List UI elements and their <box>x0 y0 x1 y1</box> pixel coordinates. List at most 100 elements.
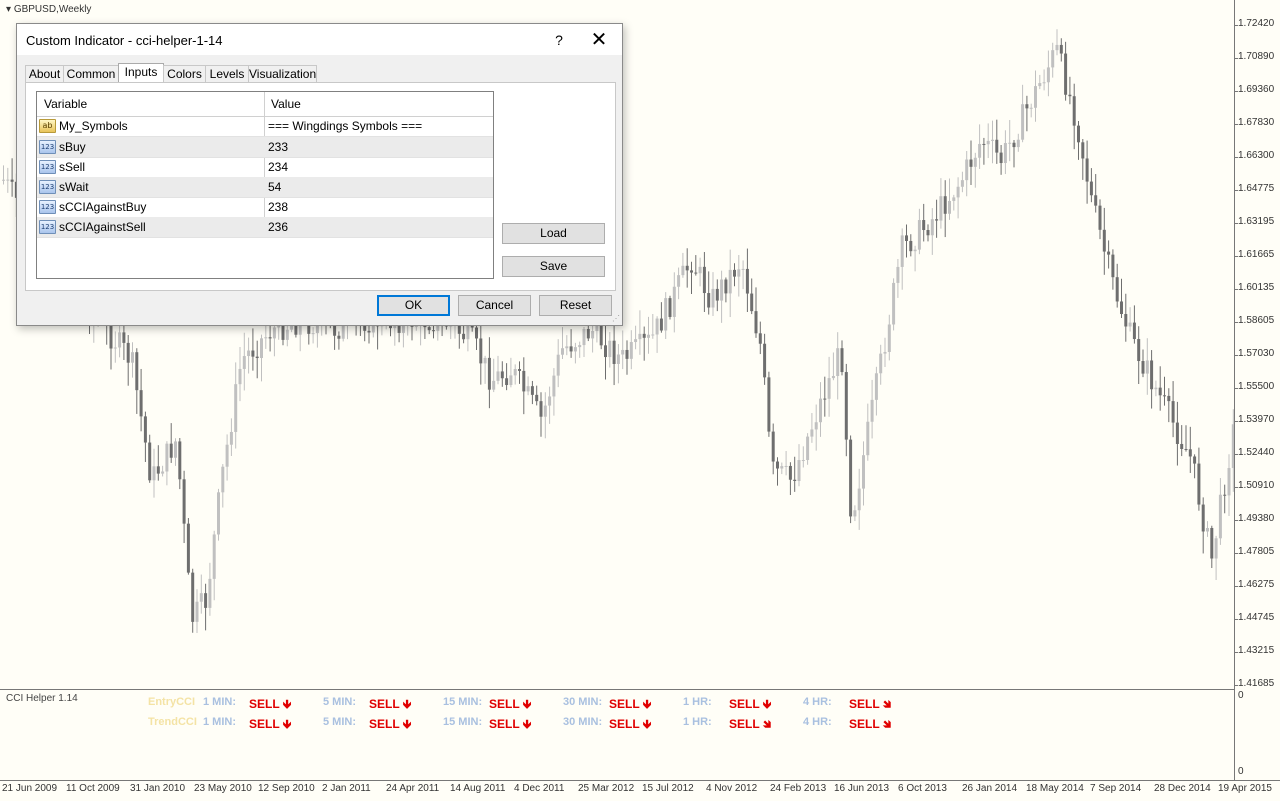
candle-body <box>208 578 212 608</box>
input-row-swait[interactable]: 123 sWait 54 <box>37 177 493 198</box>
price-tick-mark <box>1234 487 1238 488</box>
price-tick-mark <box>1234 454 1238 455</box>
candle-body <box>1145 360 1149 374</box>
input-row-my-symbols[interactable]: ab My_Symbols === Wingdings Symbols === <box>37 116 493 137</box>
candle-body <box>883 351 887 354</box>
candle-body <box>337 335 341 339</box>
candle-body <box>556 354 560 376</box>
tab-levels[interactable]: Levels <box>205 65 249 82</box>
candle-body <box>866 421 870 456</box>
price-tick-label: 1.69360 <box>1238 84 1275 95</box>
candle-body <box>260 338 263 359</box>
candle-body <box>573 347 577 352</box>
candle-body <box>1089 181 1093 196</box>
candle-body <box>642 333 646 338</box>
integer-type-icon: 123 <box>39 160 56 174</box>
candle-body <box>969 159 973 167</box>
resize-grip-icon[interactable]: ⋰ <box>612 315 620 323</box>
candle-body <box>797 460 801 481</box>
tab-inputs[interactable]: Inputs <box>118 63 164 83</box>
input-row-scciagainstsell[interactable]: 123 sCCIAgainstSell 236 <box>37 217 493 238</box>
candle-body <box>161 471 165 474</box>
candle-body <box>982 143 986 145</box>
chart-symbol-title: ▾ GBPUSD,Weekly <box>6 4 92 15</box>
candle-body <box>956 186 960 198</box>
candle-body <box>991 139 994 141</box>
cci-sell-signal: SELL 🡻 <box>249 717 292 731</box>
tab-colors[interactable]: Colors <box>163 65 206 82</box>
candle-body <box>638 333 642 340</box>
time-tick-label: 16 Jun 2013 <box>834 783 890 794</box>
variable-value[interactable]: === Wingdings Symbols === <box>268 119 422 133</box>
candle-body <box>1098 205 1102 230</box>
subwindow-title: CCI Helper 1.14 <box>6 693 78 704</box>
candle-body <box>1175 422 1179 444</box>
candle-body <box>1201 504 1205 532</box>
save-button[interactable]: Save <box>502 256 605 277</box>
price-tick-label: 1.50910 <box>1238 480 1275 491</box>
candle-body <box>776 461 779 469</box>
candle-body <box>561 348 564 355</box>
variable-value[interactable]: 234 <box>268 160 288 174</box>
candle-body <box>995 139 999 153</box>
candle-body <box>174 441 177 458</box>
load-button[interactable]: Load <box>502 223 605 244</box>
time-tick-label: 28 Dec 2014 <box>1154 783 1211 794</box>
time-tick-label: 18 May 2014 <box>1026 783 1084 794</box>
price-tick-mark <box>1234 25 1238 26</box>
candle-body <box>522 370 526 392</box>
variable-value[interactable]: 238 <box>268 200 288 214</box>
candle-body <box>251 350 255 357</box>
cci-timeframe-label: 30 MIN: <box>563 696 603 708</box>
candle-body <box>1064 53 1068 95</box>
candle-body <box>135 352 139 391</box>
candle-body <box>178 441 182 480</box>
candle-body <box>1038 83 1042 87</box>
ok-button[interactable]: OK <box>377 295 450 316</box>
candle-body <box>1003 143 1007 164</box>
candle-body <box>664 298 668 331</box>
candle-body <box>978 143 982 158</box>
variable-value[interactable]: 233 <box>268 140 288 154</box>
cancel-button[interactable]: Cancel <box>458 295 531 316</box>
candle-body <box>1132 322 1136 340</box>
subwindow-axis-bottom-label: 0 <box>1238 766 1244 777</box>
time-tick-label: 26 Jan 2014 <box>962 783 1018 794</box>
candle-body <box>582 328 586 346</box>
input-row-ssell[interactable]: 123 sSell 234 <box>37 157 493 178</box>
help-button[interactable]: ? <box>548 29 570 51</box>
candle-body <box>1188 449 1192 457</box>
candle-body <box>1227 468 1231 496</box>
candle-body <box>672 286 676 317</box>
candle-body <box>810 429 814 437</box>
price-tick-mark <box>1234 322 1238 323</box>
price-tick-label: 1.66300 <box>1238 150 1275 161</box>
price-tick-label: 1.61665 <box>1238 249 1275 260</box>
chart-title-text: GBPUSD,Weekly <box>13 4 92 15</box>
candle-body <box>518 369 521 371</box>
candle-body <box>432 330 435 332</box>
tab-about[interactable]: About <box>25 65 64 82</box>
variable-name: sBuy <box>59 140 86 154</box>
reset-button[interactable]: Reset <box>539 295 612 316</box>
input-row-scciagainstbuy[interactable]: 123 sCCIAgainstBuy 238 <box>37 197 493 218</box>
candle-body <box>844 372 848 440</box>
variable-name: sWait <box>59 180 89 194</box>
tab-common[interactable]: Common <box>63 65 119 82</box>
variable-value[interactable]: 236 <box>268 220 288 234</box>
candle-body <box>229 431 233 445</box>
candle-body <box>1046 67 1050 83</box>
candle-body <box>1141 361 1145 374</box>
candle-body <box>272 327 276 339</box>
candle-body <box>1210 527 1214 559</box>
candle-body <box>681 265 685 276</box>
input-row-sbuy[interactable]: 123 sBuy 233 <box>37 137 493 158</box>
price-tick-label: 1.49380 <box>1238 513 1275 524</box>
candle-body <box>887 324 891 352</box>
cci-sell-signal: SELL 🡻 <box>249 697 292 711</box>
variable-value[interactable]: 54 <box>268 180 281 194</box>
close-icon[interactable]: ✕ <box>585 29 613 51</box>
candle-body <box>1120 301 1123 315</box>
price-tick-mark <box>1234 124 1238 125</box>
tab-visualization[interactable]: Visualization <box>248 65 317 82</box>
